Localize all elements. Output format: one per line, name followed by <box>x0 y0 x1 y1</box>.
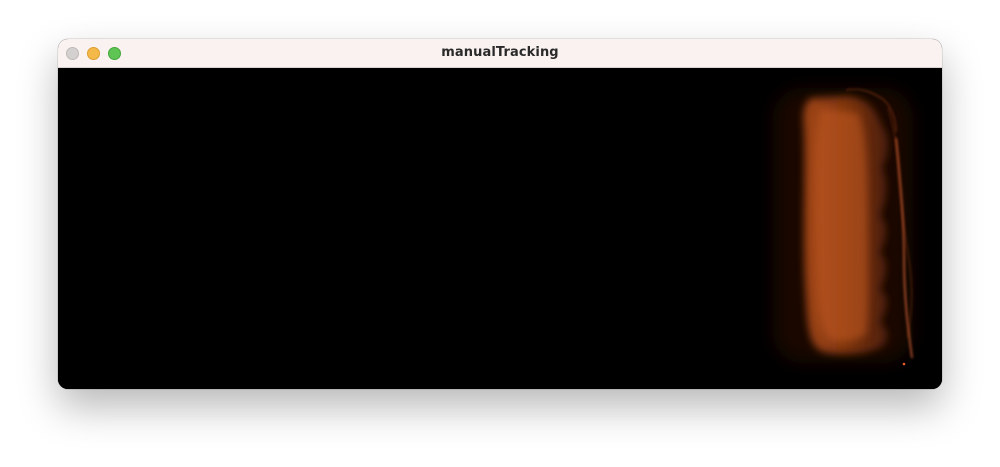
window-title: manualTracking <box>441 45 559 60</box>
video-frame-view[interactable] <box>58 68 942 389</box>
glowing-object <box>803 96 888 355</box>
video-frame-image <box>58 68 942 389</box>
app-window: manualTracking <box>58 39 942 389</box>
title-bar[interactable]: manualTracking <box>58 39 942 68</box>
